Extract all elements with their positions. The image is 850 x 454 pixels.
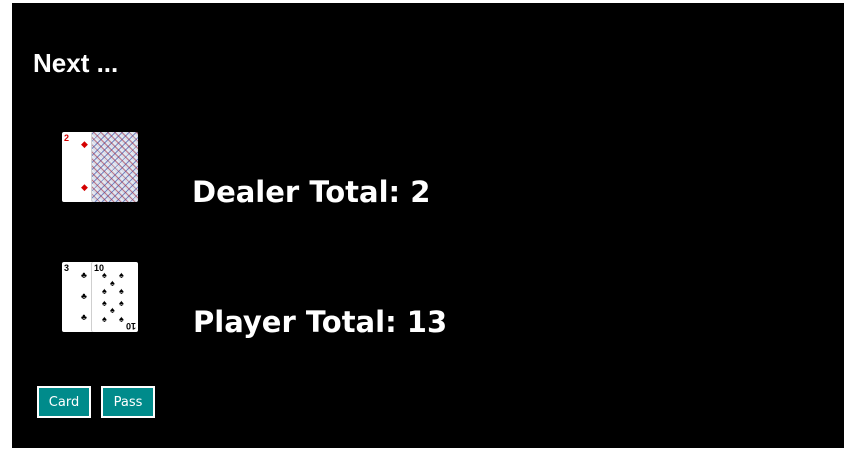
spade-icon: ♠ [102,270,107,280]
spade-icon: ♠ [102,286,107,296]
spade-icon: ♠ [110,278,115,288]
status-heading: Next ... [33,48,119,78]
dealer-hand: 2 ◆ ◆ [62,132,142,204]
club-icon: ♣ [81,270,87,280]
spade-icon: ♠ [119,298,124,308]
dealer-card-face-down [92,132,138,202]
card-rank: 2 [64,133,70,143]
dealer-total: Dealer Total: 2 [192,175,431,209]
spade-icon: ♠ [102,314,107,324]
spade-icon: ♠ [119,270,124,280]
spade-icon: ♠ [119,286,124,296]
club-icon: ♣ [81,312,87,322]
player-total: Player Total: 13 [193,305,448,339]
pass-button[interactable]: Pass [101,386,155,418]
spade-icon: ♠ [102,298,107,308]
spade-icon: ♠ [119,314,124,324]
player-card-ten-of-spades: 10 ♠ ♠ ♠ ♠ ♠ ♠ ♠ ♠ ♠ ♠ 10 [92,262,138,332]
card-rank: 10 [125,321,136,331]
card-rank: 3 [64,263,70,273]
card-button[interactable]: Card [37,386,91,418]
player-hand: 3 ♣ ♣ ♣ 10 ♠ ♠ ♠ ♠ ♠ ♠ ♠ ♠ ♠ ♠ 10 [62,262,142,334]
diamond-icon: ◆ [81,182,88,192]
spade-icon: ♠ [110,305,115,315]
club-icon: ♣ [81,291,87,301]
diamond-icon: ◆ [81,139,88,149]
game-board: Next ... 2 ◆ ◆ Dealer Total: 2 3 ♣ ♣ ♣ 1… [12,3,844,448]
